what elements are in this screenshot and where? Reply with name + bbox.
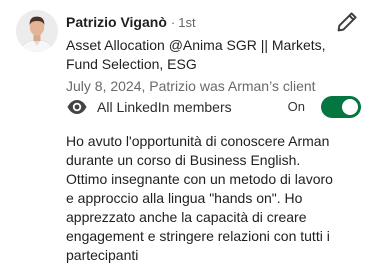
recommender-headline: Asset Allocation @Anima SGR || Markets, … [66,37,326,72]
toggle-knob [342,99,358,115]
recommendation-card: Patrizio Viganò · 1st Asset Allocation @An… [0,0,381,280]
recommendation-text: Ho avuto l'opportunità di conoscere Arma… [66,133,333,263]
recommender-name[interactable]: Patrizio Viganò [66,14,167,30]
pencil-icon [337,12,357,32]
toggle-state-label: On [287,99,305,114]
degree-separator: · [170,15,176,30]
visibility-toggle[interactable] [321,96,361,118]
name-line: Patrizio Viganò · 1st [66,13,196,32]
avatar[interactable] [16,10,58,52]
connection-degree: 1st [178,15,196,30]
eye-icon [67,100,87,114]
recommendation-meta: July 8, 2024, Patrizio was Arman’s clien… [66,78,316,94]
edit-button[interactable] [335,10,359,34]
visibility-label: All LinkedIn members [97,99,232,115]
avatar-photo [16,10,58,52]
visibility-row: All LinkedIn members On [66,96,361,118]
